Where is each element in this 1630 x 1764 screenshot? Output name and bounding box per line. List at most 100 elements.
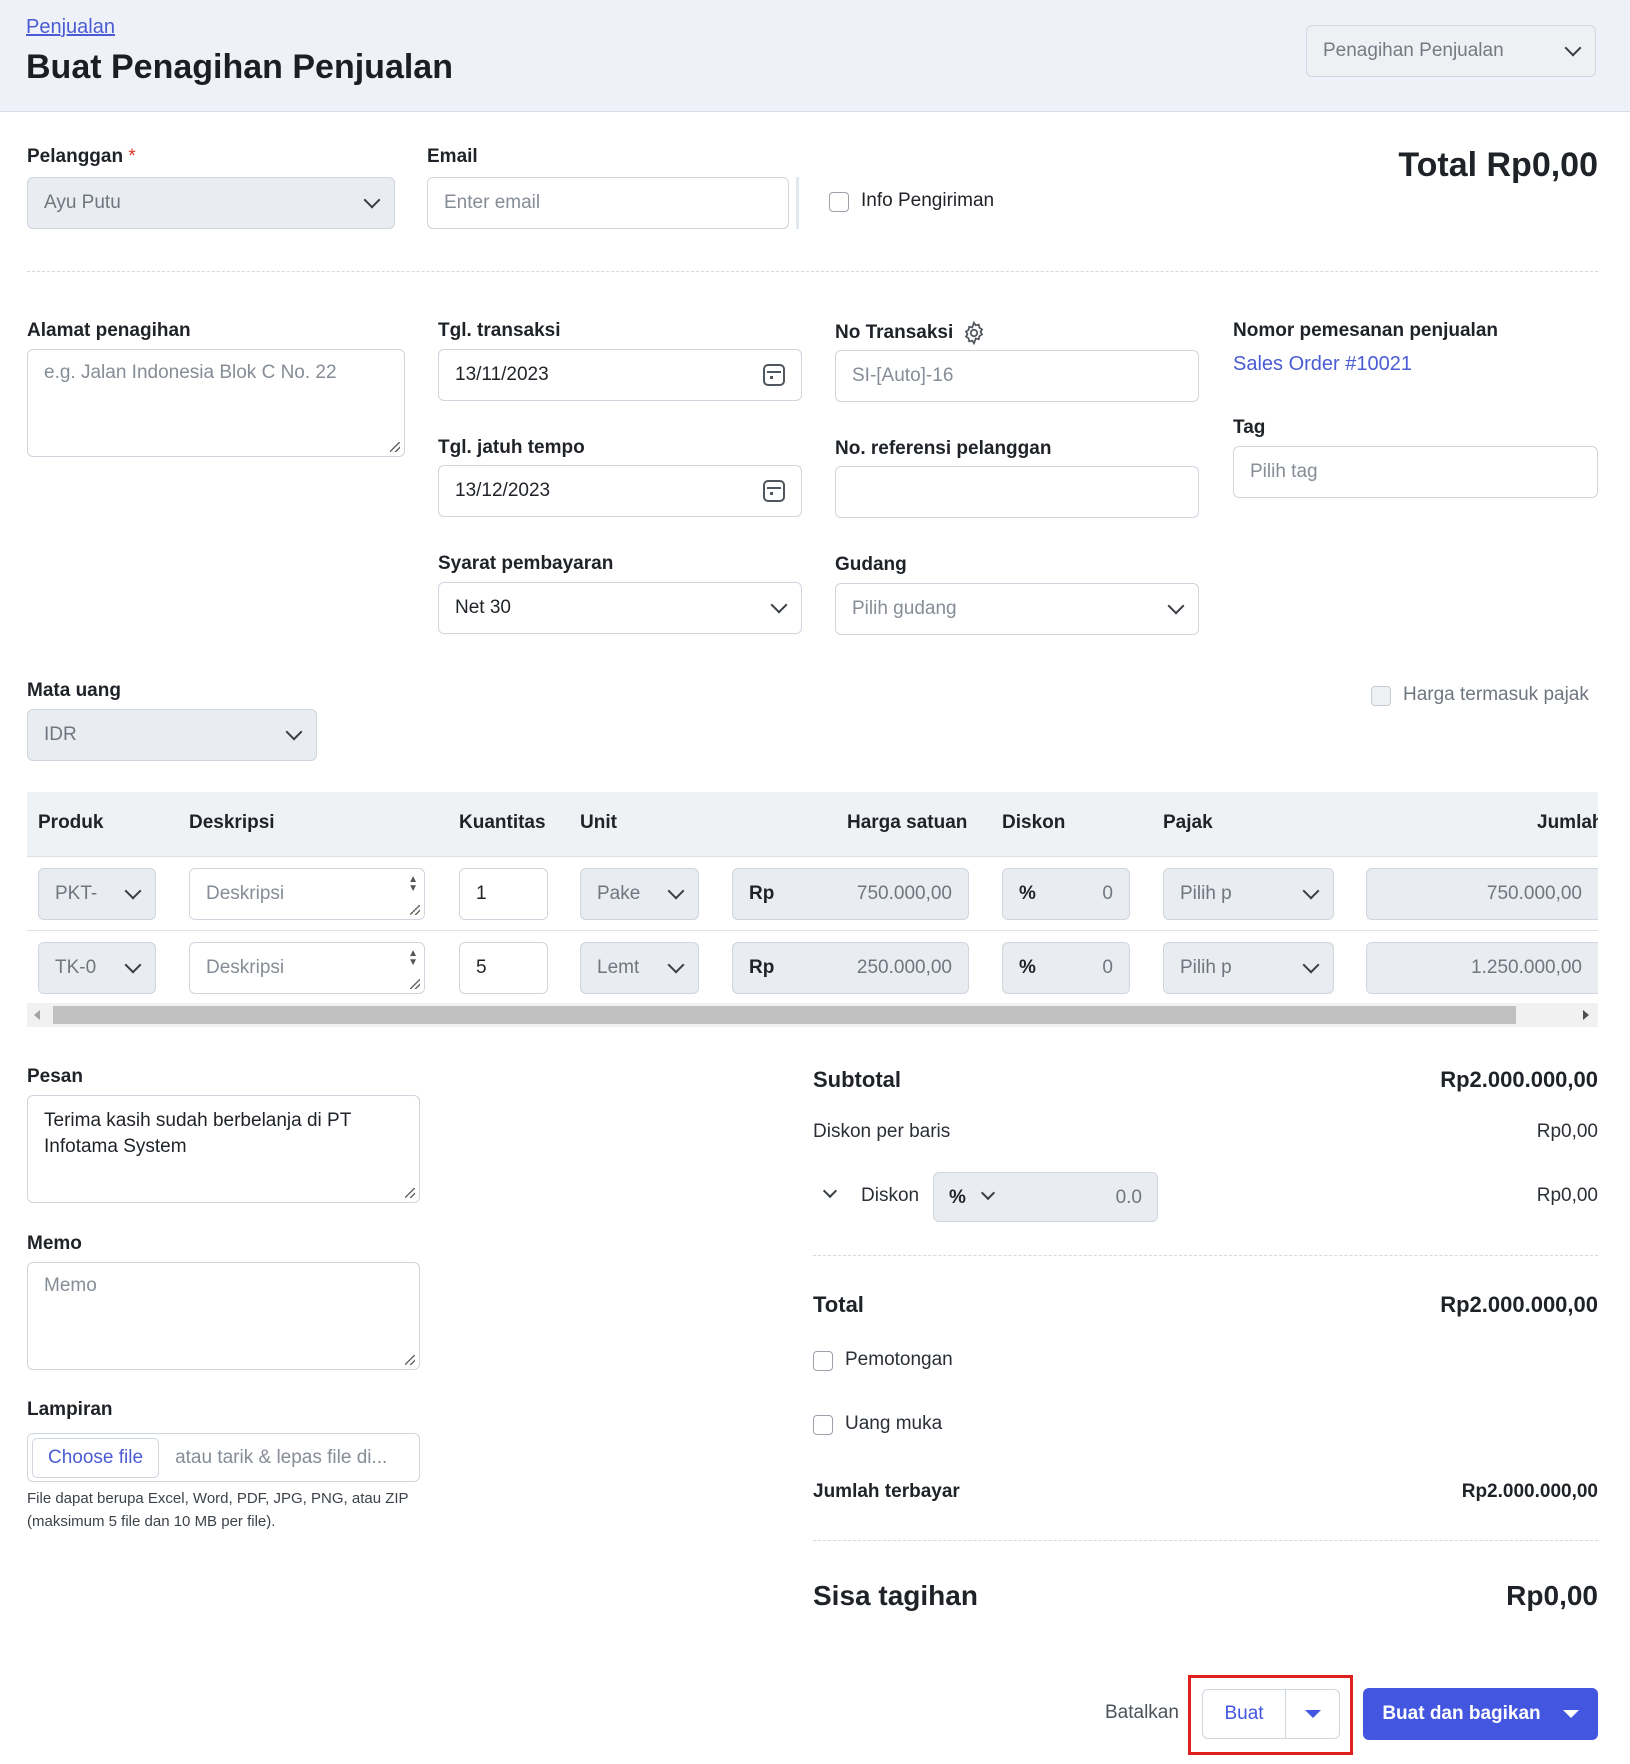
amount-paid-label: Jumlah terbayar <box>813 1481 960 1502</box>
message-textarea[interactable]: Terima kasih sudah berbelanja di PT Info… <box>27 1095 420 1203</box>
row1-qty-field[interactable]: 1 <box>459 868 548 920</box>
spinner-icon[interactable]: ▲ ▼ <box>408 875 418 894</box>
customer-value: Ayu Putu <box>44 192 121 213</box>
memo-placeholder: Memo <box>44 1275 97 1296</box>
withholding-checkbox[interactable] <box>813 1351 833 1371</box>
customer-ref-field[interactable] <box>835 466 1199 518</box>
subtotal-label: Subtotal <box>813 1067 901 1092</box>
billing-address-textarea[interactable]: e.g. Jalan Indonesia Blok C No. 22 <box>27 349 405 457</box>
warehouse-select[interactable]: Pilih gudang <box>835 583 1199 635</box>
row1-unit: Pake <box>597 883 641 904</box>
chevron-down-icon[interactable] <box>822 1183 838 1199</box>
chevron-down-icon <box>1302 956 1320 974</box>
cancel-button[interactable]: Batalkan <box>1105 1702 1179 1724</box>
transaction-no-label-text: No Transaksi <box>835 322 954 343</box>
create-button[interactable]: Buat <box>1202 1689 1285 1739</box>
chevron-down-icon[interactable] <box>980 1185 996 1201</box>
row1-discount-field[interactable]: % 0 <box>1002 868 1130 920</box>
row1-tax-select[interactable]: Pilih p <box>1163 868 1334 920</box>
row1-product-select[interactable]: PKT- <box>38 868 156 920</box>
discount-type: % <box>949 1187 966 1208</box>
row1-price: 750.000,00 <box>856 883 952 904</box>
attachment-hint: atau tarik & lepas file di... <box>175 1446 388 1468</box>
caret-down-icon <box>1304 1710 1321 1718</box>
row2-unit-select[interactable]: Lemt <box>580 942 699 994</box>
chevron-down-icon <box>770 596 788 614</box>
attachment-note-1: File dapat berupa Excel, Word, PDF, JPG,… <box>27 1490 409 1507</box>
payment-terms-select[interactable]: Net 30 <box>438 582 802 634</box>
row1-product: PKT- <box>55 883 98 904</box>
row1-description-field[interactable]: Deskripsi ▲ ▼ <box>189 868 425 920</box>
row2-disc-type: % <box>1019 957 1036 978</box>
caret-down-icon <box>1562 1710 1579 1718</box>
tag-label: Tag <box>1233 417 1266 438</box>
tax-inclusive-checkbox[interactable] <box>1371 686 1391 706</box>
row2-amount: 1.250.000,00 <box>1471 957 1582 978</box>
balance-label: Sisa tagihan <box>813 1580 978 1611</box>
message-line-1: Terima kasih sudah berbelanja di PT <box>44 1110 352 1131</box>
message-line-2: Infotama System <box>44 1136 187 1157</box>
row2-unit: Lemt <box>597 957 640 978</box>
sales-order-link[interactable]: Sales Order #10021 <box>1233 353 1412 376</box>
col-deskripsi: Deskripsi <box>189 812 275 833</box>
resize-handle-icon[interactable] <box>410 979 420 989</box>
tax-inclusive-label: Harga termasuk pajak <box>1403 684 1589 705</box>
scrollbar-thumb[interactable] <box>53 1006 1516 1024</box>
col-unit: Unit <box>580 812 617 833</box>
resize-handle-icon[interactable] <box>390 442 400 452</box>
row2-qty-field[interactable]: 5 <box>459 942 548 994</box>
chevron-down-icon <box>1564 39 1582 57</box>
row1-qty: 1 <box>476 883 487 904</box>
calendar-icon[interactable] <box>763 364 785 386</box>
summary-divider <box>813 1540 1598 1541</box>
deposit-checkbox[interactable] <box>813 1415 833 1435</box>
attachment-dropzone[interactable]: Choose file atau tarik & lepas file di..… <box>27 1433 420 1482</box>
email-label: Email <box>427 146 478 167</box>
row2-price-field[interactable]: Rp 250.000,00 <box>732 942 969 994</box>
page-title: Buat Penagihan Penjualan <box>26 48 453 86</box>
row1-unit-select[interactable]: Pake <box>580 868 699 920</box>
row1-currency: Rp <box>749 883 775 904</box>
transaction-date-field[interactable]: 13/11/2023 <box>438 349 802 401</box>
chevron-down-icon <box>667 882 685 900</box>
scroll-left-arrow-icon[interactable] <box>34 1010 40 1020</box>
message-label: Pesan <box>27 1066 83 1087</box>
currency-select[interactable]: IDR <box>27 709 317 761</box>
chevron-down-icon <box>1167 597 1185 615</box>
total-value: Rp2.000.000,00 <box>1440 1292 1598 1317</box>
payment-terms-value: Net 30 <box>455 597 511 618</box>
customer-select[interactable]: Ayu Putu <box>27 177 395 229</box>
transaction-no-field[interactable]: SI-[Auto]-16 <box>835 350 1199 402</box>
email-field[interactable]: Enter email <box>427 177 789 229</box>
attachment-note-2: (maksimum 5 file dan 10 MB per file). <box>27 1513 276 1530</box>
calendar-icon[interactable] <box>763 480 785 502</box>
due-date-label: Tgl. jatuh tempo <box>438 437 585 458</box>
discount-field[interactable]: % 0.0 <box>933 1172 1158 1222</box>
resize-handle-icon[interactable] <box>405 1355 415 1365</box>
doc-type-select[interactable]: Penagihan Penjualan <box>1306 25 1596 77</box>
row1-price-field[interactable]: Rp 750.000,00 <box>732 868 969 920</box>
shipping-info-checkbox[interactable] <box>829 192 849 212</box>
subtotal-value: Rp2.000.000,00 <box>1440 1067 1598 1092</box>
due-date-field[interactable]: 13/12/2023 <box>438 465 802 517</box>
memo-textarea[interactable]: Memo <box>27 1262 420 1370</box>
gear-icon[interactable] <box>961 320 987 346</box>
memo-label: Memo <box>27 1233 82 1254</box>
create-and-share-button[interactable]: Buat dan bagikan <box>1363 1688 1598 1740</box>
row2-description-field[interactable]: Deskripsi ▲ ▼ <box>189 942 425 994</box>
discount-value: 0.0 <box>1115 1187 1142 1208</box>
spinner-icon[interactable]: ▲ ▼ <box>408 949 418 968</box>
row2-discount-field[interactable]: % 0 <box>1002 942 1130 994</box>
breadcrumb-penjualan[interactable]: Penjualan <box>26 16 115 39</box>
create-options-button[interactable] <box>1285 1689 1340 1739</box>
resize-handle-icon[interactable] <box>410 905 420 915</box>
row2-qty: 5 <box>476 957 487 978</box>
scroll-right-arrow-icon[interactable] <box>1583 1010 1589 1020</box>
col-pajak: Pajak <box>1163 812 1213 833</box>
resize-handle-icon[interactable] <box>405 1188 415 1198</box>
row2-product-select[interactable]: TK-0 <box>38 942 156 994</box>
choose-file-button[interactable]: Choose file <box>32 1437 160 1478</box>
row2-tax-select[interactable]: Pilih p <box>1163 942 1334 994</box>
total-display: Total Rp0,00 <box>1398 146 1598 184</box>
tag-select[interactable]: Pilih tag <box>1233 446 1598 498</box>
